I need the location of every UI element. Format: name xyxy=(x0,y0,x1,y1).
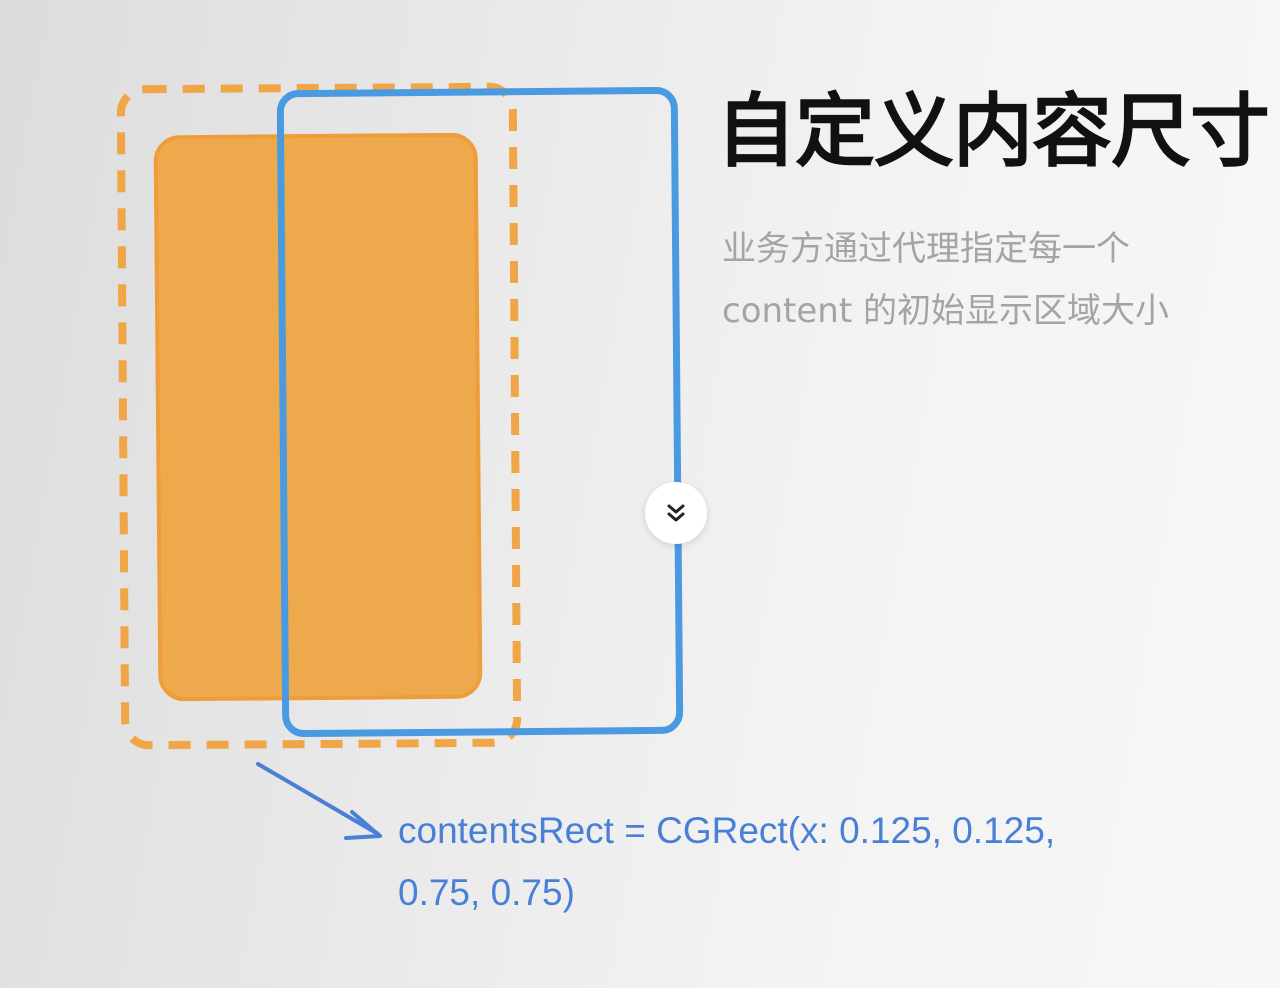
arrow-down-right-icon xyxy=(256,762,382,840)
description-line-1: 业务方通过代理指定每一个 xyxy=(722,229,1130,269)
code-line-2: 0.75, 0.75) xyxy=(398,872,575,913)
chevron-double-down-icon xyxy=(667,504,685,522)
description-line-2: content 的初始显示区域大小 xyxy=(722,291,1169,331)
code-line-1: contentsRect = CGRect(x: 0.125, 0.125, xyxy=(398,810,1056,851)
content-orange-fill xyxy=(153,132,483,702)
scroll-down-button[interactable] xyxy=(645,482,707,544)
contents-rect-code: contentsRect = CGRect(x: 0.125, 0.125, 0… xyxy=(398,800,1158,924)
page-title: 自定义内容尺寸 xyxy=(716,85,1270,178)
description-text: 业务方通过代理指定每一个 content 的初始显示区域大小 xyxy=(722,218,1242,342)
